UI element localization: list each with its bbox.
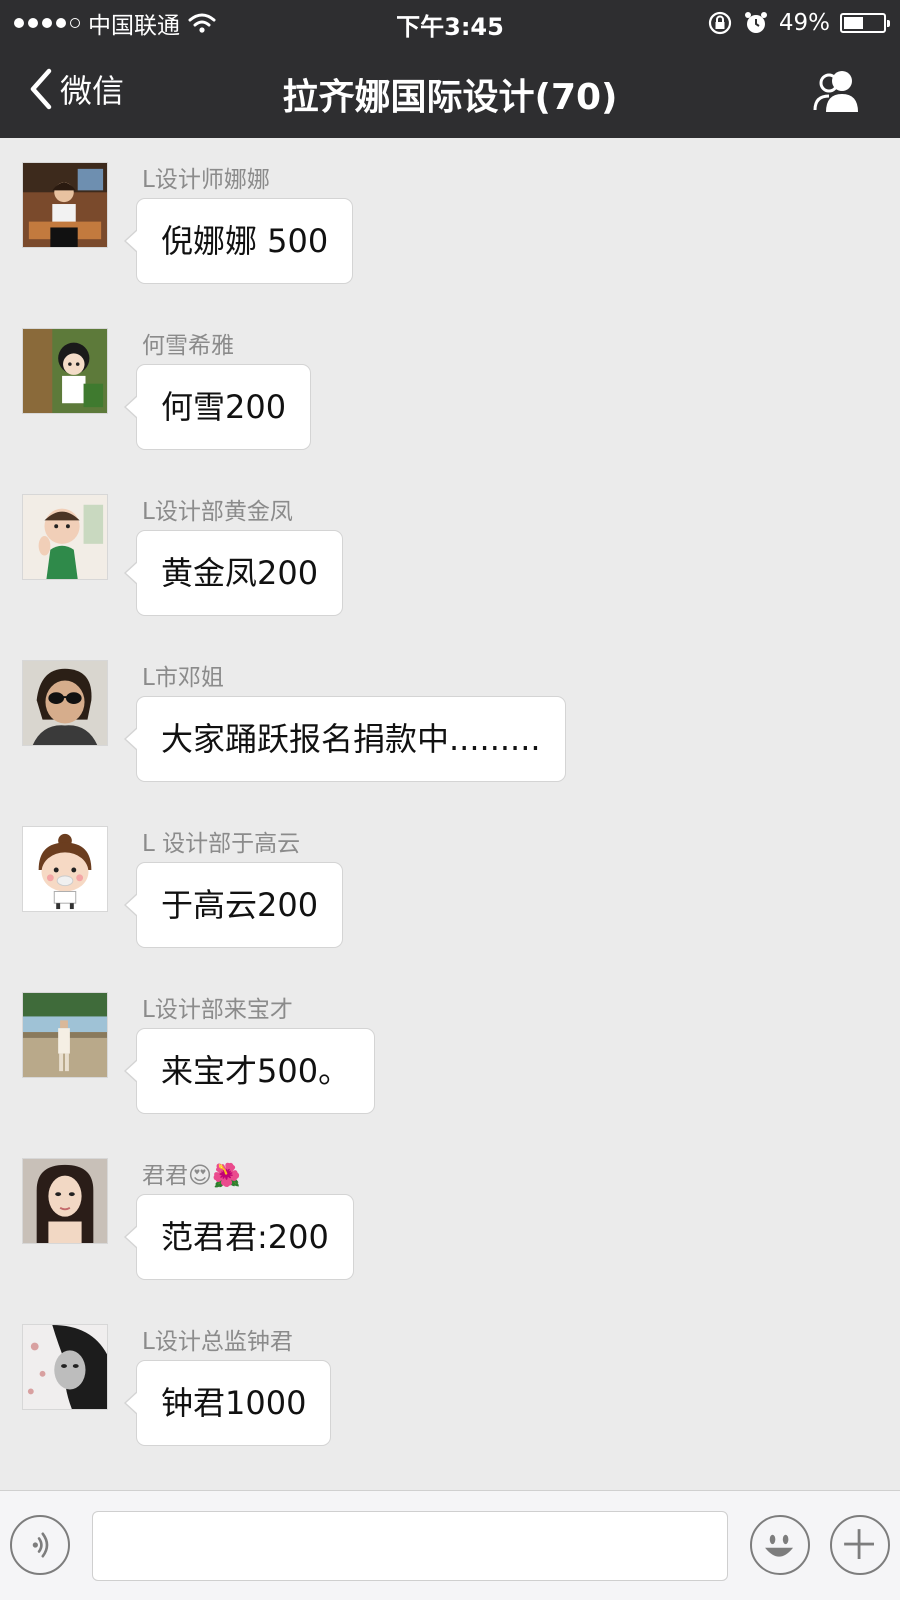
avatar[interactable] [22,1324,108,1410]
battery-fill [844,17,863,29]
message-bubble[interactable]: 钟君1000 [123,1360,332,1446]
message-bubble[interactable]: 范君君:200 [124,1194,354,1280]
photo-woman-icon [23,163,107,247]
status-bar: 中国联通 下午3:45 49% [0,0,900,46]
bw-portrait-icon [23,1325,107,1409]
sender-name: 何雪希雅 [142,333,234,359]
message-bubble[interactable]: 于高云200 [123,862,344,948]
avatar[interactable] [22,826,108,912]
sender-name: L 设计部于高云 [142,831,301,857]
voice-button[interactable] [10,1515,70,1575]
baby-photo-icon [23,495,107,579]
avatar[interactable] [22,1158,108,1244]
message-bubble[interactable]: 来宝才500。 [123,1028,376,1114]
input-bar [0,1490,900,1600]
avatar[interactable] [22,660,108,746]
message-bubble[interactable]: 大家踊跃报名捐款中......... [124,696,566,782]
cartoon-avatar-icon [23,827,107,911]
add-button[interactable] [830,1515,890,1575]
alarm-icon [744,12,767,33]
plus-icon [844,1529,874,1559]
battery-percent: 49% [778,10,830,36]
voice-icon [32,1532,49,1558]
sender-name: 君君😍🌺 [142,1163,241,1189]
sender-name: L设计师娜娜 [142,167,270,193]
lakeside-photo-icon [23,993,107,1077]
chat-title: 拉齐娜国际设计(70) [282,77,618,118]
sender-name: L市邓姐 [142,665,224,691]
message-list[interactable]: L设计师娜娜 倪娜娜 500 何雪希雅 何雪200 L设计部黄金凤 黄金凤200… [0,138,900,1490]
battery-icon [840,13,890,33]
avatar[interactable] [22,494,108,580]
avatar[interactable] [22,328,108,414]
sender-name: L设计部黄金凤 [142,499,293,525]
status-right: 49% [707,8,890,38]
sender-name: L设计部来宝才 [142,997,293,1023]
group-members-button[interactable] [812,68,864,114]
group-members-icon [813,71,858,112]
message-bubble[interactable]: 倪娜娜 500 [123,198,354,284]
nav-bar: 微信 拉齐娜国际设计(70) [0,46,900,138]
avatar[interactable] [22,162,108,248]
battery-nub [887,20,890,27]
cartoon-girl-icon [23,329,107,413]
message-bubble[interactable]: 黄金凤200 [123,530,344,616]
sender-name: L设计总监钟君 [142,1329,293,1355]
selfie-woman-icon [23,1159,107,1243]
sunglasses-woman-icon [23,661,107,745]
emoji-icon [765,1534,794,1557]
message-input[interactable] [92,1511,728,1581]
top-bar: 中国联通 下午3:45 49% 微信 拉齐娜国际设计(70) [0,0,900,138]
rotation-lock-icon [708,11,731,35]
avatar[interactable] [22,992,108,1078]
message-bubble[interactable]: 何雪200 [123,364,312,450]
emoji-button[interactable] [750,1515,810,1575]
